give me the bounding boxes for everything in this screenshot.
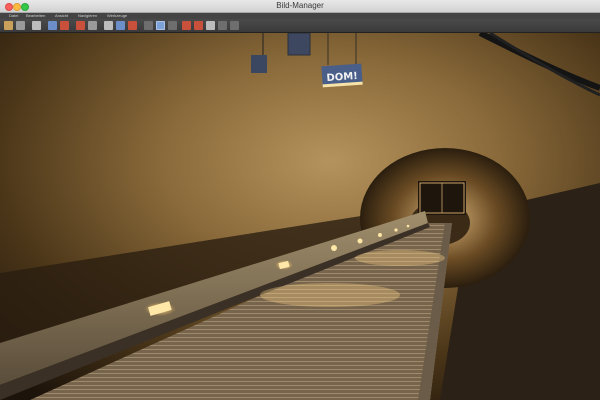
fullscreen-icon[interactable] [128,21,137,30]
window-title: Bild-Manager [276,1,324,10]
tunnel-photo: DOM! [0,33,600,400]
view-single-icon[interactable] [144,21,153,30]
zoom-out-icon[interactable] [194,21,203,30]
rotate-left-icon[interactable] [48,21,57,30]
view-grid-icon[interactable] [156,21,165,30]
view-list-icon[interactable] [168,21,177,30]
image-viewer[interactable]: DOM! [0,33,600,400]
save-icon[interactable] [16,21,25,30]
sign-text: DOM! [326,71,358,84]
slideshow-icon[interactable] [104,21,113,30]
rotate-right-icon[interactable] [60,21,69,30]
previous-icon[interactable] [218,21,227,30]
zoom-in-icon[interactable] [182,21,191,30]
edit-icon[interactable] [88,21,97,30]
open-folder-icon[interactable] [4,21,13,30]
delete-icon[interactable] [76,21,85,30]
app-window: Bild-Manager Datei Bearbeiten Ansicht Na… [0,0,600,400]
fit-icon[interactable] [206,21,215,30]
toolbar [0,19,600,33]
thumbnail-icon[interactable] [116,21,125,30]
next-icon[interactable] [230,21,239,30]
title-bar: Bild-Manager [0,0,600,13]
print-icon[interactable] [32,21,41,30]
